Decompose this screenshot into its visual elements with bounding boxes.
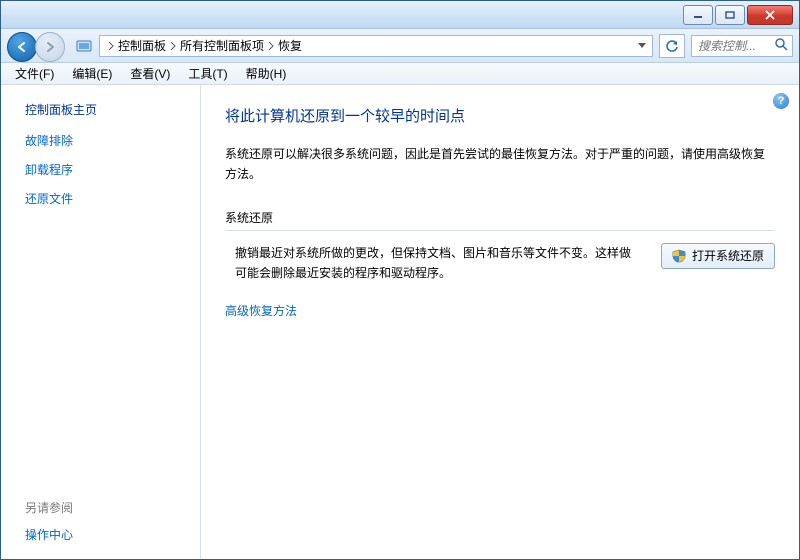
search-box[interactable] [691, 35, 793, 57]
search-icon[interactable] [774, 37, 788, 54]
breadcrumb[interactable]: 所有控制面板项 [178, 37, 266, 54]
window-frame: 控制面板 所有控制面板项 恢复 文件(F) 编辑(E) 查看(V) 工具(T) … [0, 0, 800, 560]
menu-file[interactable]: 文件(F) [7, 63, 62, 84]
navigation-bar: 控制面板 所有控制面板项 恢复 [1, 29, 799, 63]
close-button[interactable] [747, 5, 793, 25]
address-dropdown[interactable] [634, 43, 650, 49]
restore-row: 撤销最近对系统所做的更改，但保持文档、图片和音乐等文件不变。这样做可能会删除最近… [225, 243, 775, 284]
menu-view[interactable]: 查看(V) [122, 63, 178, 84]
section-head-system-restore: 系统还原 [225, 209, 775, 226]
nav-buttons [7, 31, 69, 61]
sidebar-see-also-head: 另请参阅 [25, 499, 188, 516]
body: 控制面板主页 故障排除 卸载程序 还原文件 另请参阅 操作中心 ? 将此计算机还… [1, 85, 799, 559]
breadcrumb[interactable]: 恢复 [276, 37, 304, 54]
sidebar-item-troubleshoot[interactable]: 故障排除 [25, 132, 188, 149]
chevron-right-icon [168, 42, 178, 50]
restore-description: 撤销最近对系统所做的更改，但保持文档、图片和音乐等文件不变。这样做可能会删除最近… [225, 243, 641, 284]
menu-tools[interactable]: 工具(T) [180, 63, 235, 84]
chevron-right-icon [106, 42, 116, 50]
sidebar: 控制面板主页 故障排除 卸载程序 还原文件 另请参阅 操作中心 [1, 85, 201, 559]
maximize-button[interactable] [715, 5, 745, 25]
divider [225, 230, 775, 231]
titlebar [1, 1, 799, 29]
menu-edit[interactable]: 编辑(E) [64, 63, 120, 84]
chevron-right-icon [266, 42, 276, 50]
help-icon[interactable]: ? [773, 93, 789, 109]
advanced-recovery-link[interactable]: 高级恢复方法 [225, 302, 297, 319]
sidebar-item-restore-files[interactable]: 还原文件 [25, 190, 188, 207]
page-title: 将此计算机还原到一个较早的时间点 [225, 105, 775, 126]
menu-bar: 文件(F) 编辑(E) 查看(V) 工具(T) 帮助(H) [1, 63, 799, 85]
intro-text: 系统还原可以解决很多系统问题，因此是首先尝试的最佳恢复方法。对于严重的问题，请使… [225, 144, 775, 185]
breadcrumb[interactable]: 控制面板 [116, 37, 168, 54]
open-system-restore-button[interactable]: 打开系统还原 [661, 243, 775, 269]
content-pane: ? 将此计算机还原到一个较早的时间点 系统还原可以解决很多系统问题，因此是首先尝… [201, 85, 799, 559]
control-panel-icon [75, 37, 93, 55]
sidebar-home-link[interactable]: 控制面板主页 [25, 101, 188, 118]
back-button[interactable] [7, 32, 37, 62]
sidebar-item-action-center[interactable]: 操作中心 [25, 526, 188, 543]
address-bar[interactable]: 控制面板 所有控制面板项 恢复 [99, 35, 653, 57]
search-input[interactable] [696, 38, 774, 54]
sidebar-item-uninstall[interactable]: 卸载程序 [25, 161, 188, 178]
refresh-button[interactable] [659, 34, 685, 58]
minimize-button[interactable] [683, 5, 713, 25]
forward-button [35, 32, 65, 62]
shield-icon [672, 249, 686, 263]
open-system-restore-label: 打开系统还原 [692, 247, 764, 264]
menu-help[interactable]: 帮助(H) [238, 63, 295, 84]
